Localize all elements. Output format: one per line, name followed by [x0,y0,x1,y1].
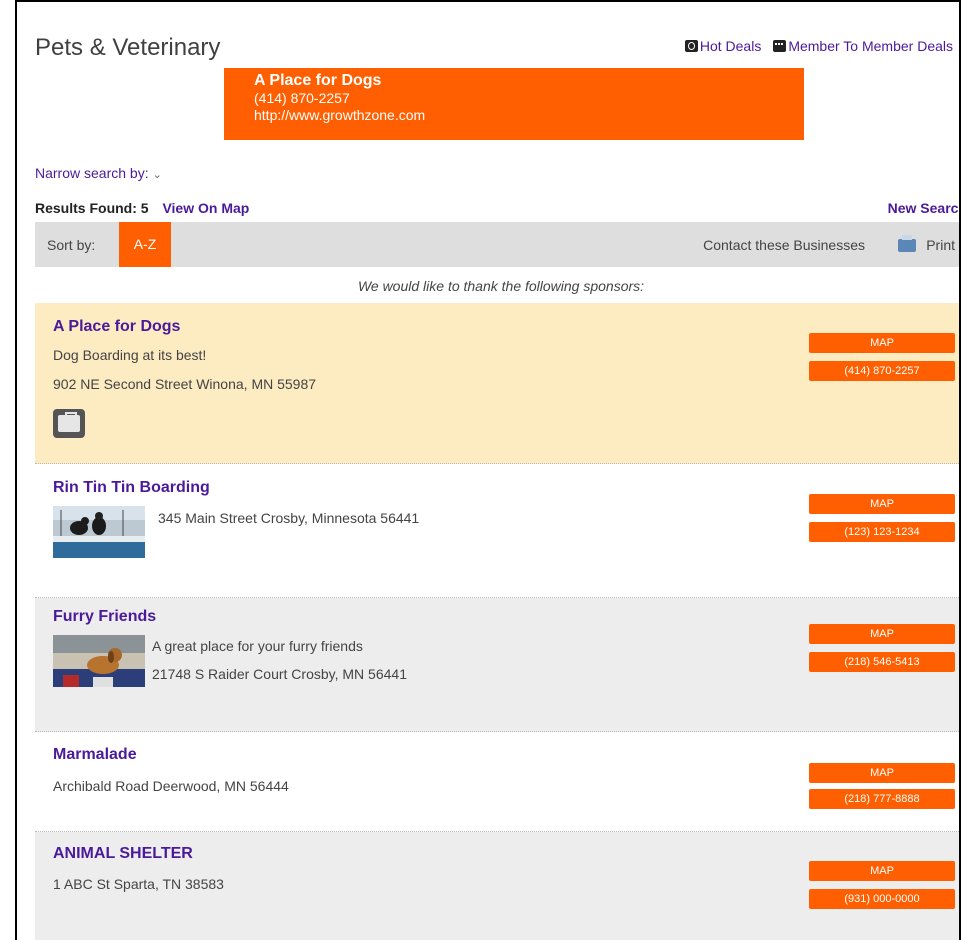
dog-on-blanket-image [53,635,145,687]
phone-button[interactable]: (414) 870-2257 [809,361,955,381]
listing-name[interactable]: Rin Tin Tin Boarding [53,479,210,497]
new-search-link[interactable]: New Search [888,200,959,216]
sort-bar: Sort by: A-Z Contact these Businesses Pr… [35,222,959,267]
hot-deals-label: Hot Deals [699,38,762,54]
listing-item: ANIMAL SHELTER 1 ABC St Sparta, TN 38583… [35,832,959,940]
listing-item: Rin Tin Tin Boarding 345 Main Street Cro… [35,464,959,598]
member-deals-icon [773,40,787,52]
banner-name: A Place for Dogs [254,72,382,89]
view-on-map-link[interactable]: View On Map [162,200,249,216]
listing-name[interactable]: Marmalade [53,746,137,764]
listing-item: A Place for Dogs Dog Boarding at its bes… [35,303,959,464]
listing-address: 21748 S Raider Court Crosby, MN 56441 [152,666,407,682]
listing-address: 902 NE Second Street Winona, MN 55987 [53,376,317,392]
listing-address: 345 Main Street Crosby, Minnesota 56441 [158,510,420,526]
listing-thumbnail[interactable] [53,506,145,558]
sponsor-banner[interactable]: A Place for Dogs (414) 870-2257 http://w… [224,68,804,140]
top-links: Hot Deals Member To Member Deals [684,38,953,54]
phone-button[interactable]: (218) 546-5413 [809,652,955,672]
hot-deals-icon [684,40,698,52]
sort-az-button[interactable]: A-Z [119,222,171,267]
contact-businesses-link[interactable]: Contact these Businesses [703,237,865,253]
print-label: Print [926,237,955,253]
results-bar: Results Found: 5 View On Map New Search [35,200,959,220]
sort-label: Sort by: [47,237,96,253]
phone-button[interactable]: (123) 123-1234 [809,522,955,542]
chevron-down-icon: ⌄ [152,169,162,181]
listing-address: 1 ABC St Sparta, TN 38583 [53,876,224,892]
listing-name[interactable]: Furry Friends [53,608,156,626]
briefcase-icon[interactable] [53,409,85,438]
listing-name[interactable]: A Place for Dogs [53,318,180,336]
listing-tagline: A great place for your furry friends [152,638,363,654]
print-button[interactable]: Print [898,234,955,253]
listing-name[interactable]: ANIMAL SHELTER [53,845,193,863]
listing-item: Marmalade Archibald Road Deerwood, MN 56… [35,732,959,832]
map-button[interactable]: MAP [809,624,955,644]
dogs-on-boat-image [53,506,145,558]
member-deals-label: Member To Member Deals [788,38,953,54]
banner-phone: (414) 870-2257 [254,90,350,106]
phone-button[interactable]: (218) 777-8888 [809,789,955,809]
hot-deals-link[interactable]: Hot Deals [684,38,762,54]
map-button[interactable]: MAP [809,494,955,514]
listing-thumbnail[interactable] [53,635,145,687]
map-button[interactable]: MAP [809,861,955,881]
phone-button[interactable]: (931) 000-0000 [809,889,955,909]
map-button[interactable]: MAP [809,333,955,353]
member-deals-link[interactable]: Member To Member Deals [773,38,953,54]
listing-address: Archibald Road Deerwood, MN 56444 [53,778,289,794]
banner-url: http://www.growthzone.com [254,107,426,123]
page-frame: Pets & Veterinary Hot Deals Member To Me… [15,0,961,940]
narrow-search-label: Narrow search by: [35,165,149,181]
sponsors-message: We would like to thank the following spo… [357,278,645,294]
map-button[interactable]: MAP [809,763,955,783]
printer-icon [898,234,917,252]
listing-tagline: Dog Boarding at its best! [53,347,207,363]
page-title: Pets & Veterinary [35,34,221,61]
results-count: Results Found: 5 [35,200,149,216]
narrow-search-toggle[interactable]: Narrow search by: ⌄ [35,165,162,181]
listing-item: Furry Friends A great place for your fur… [35,598,959,732]
